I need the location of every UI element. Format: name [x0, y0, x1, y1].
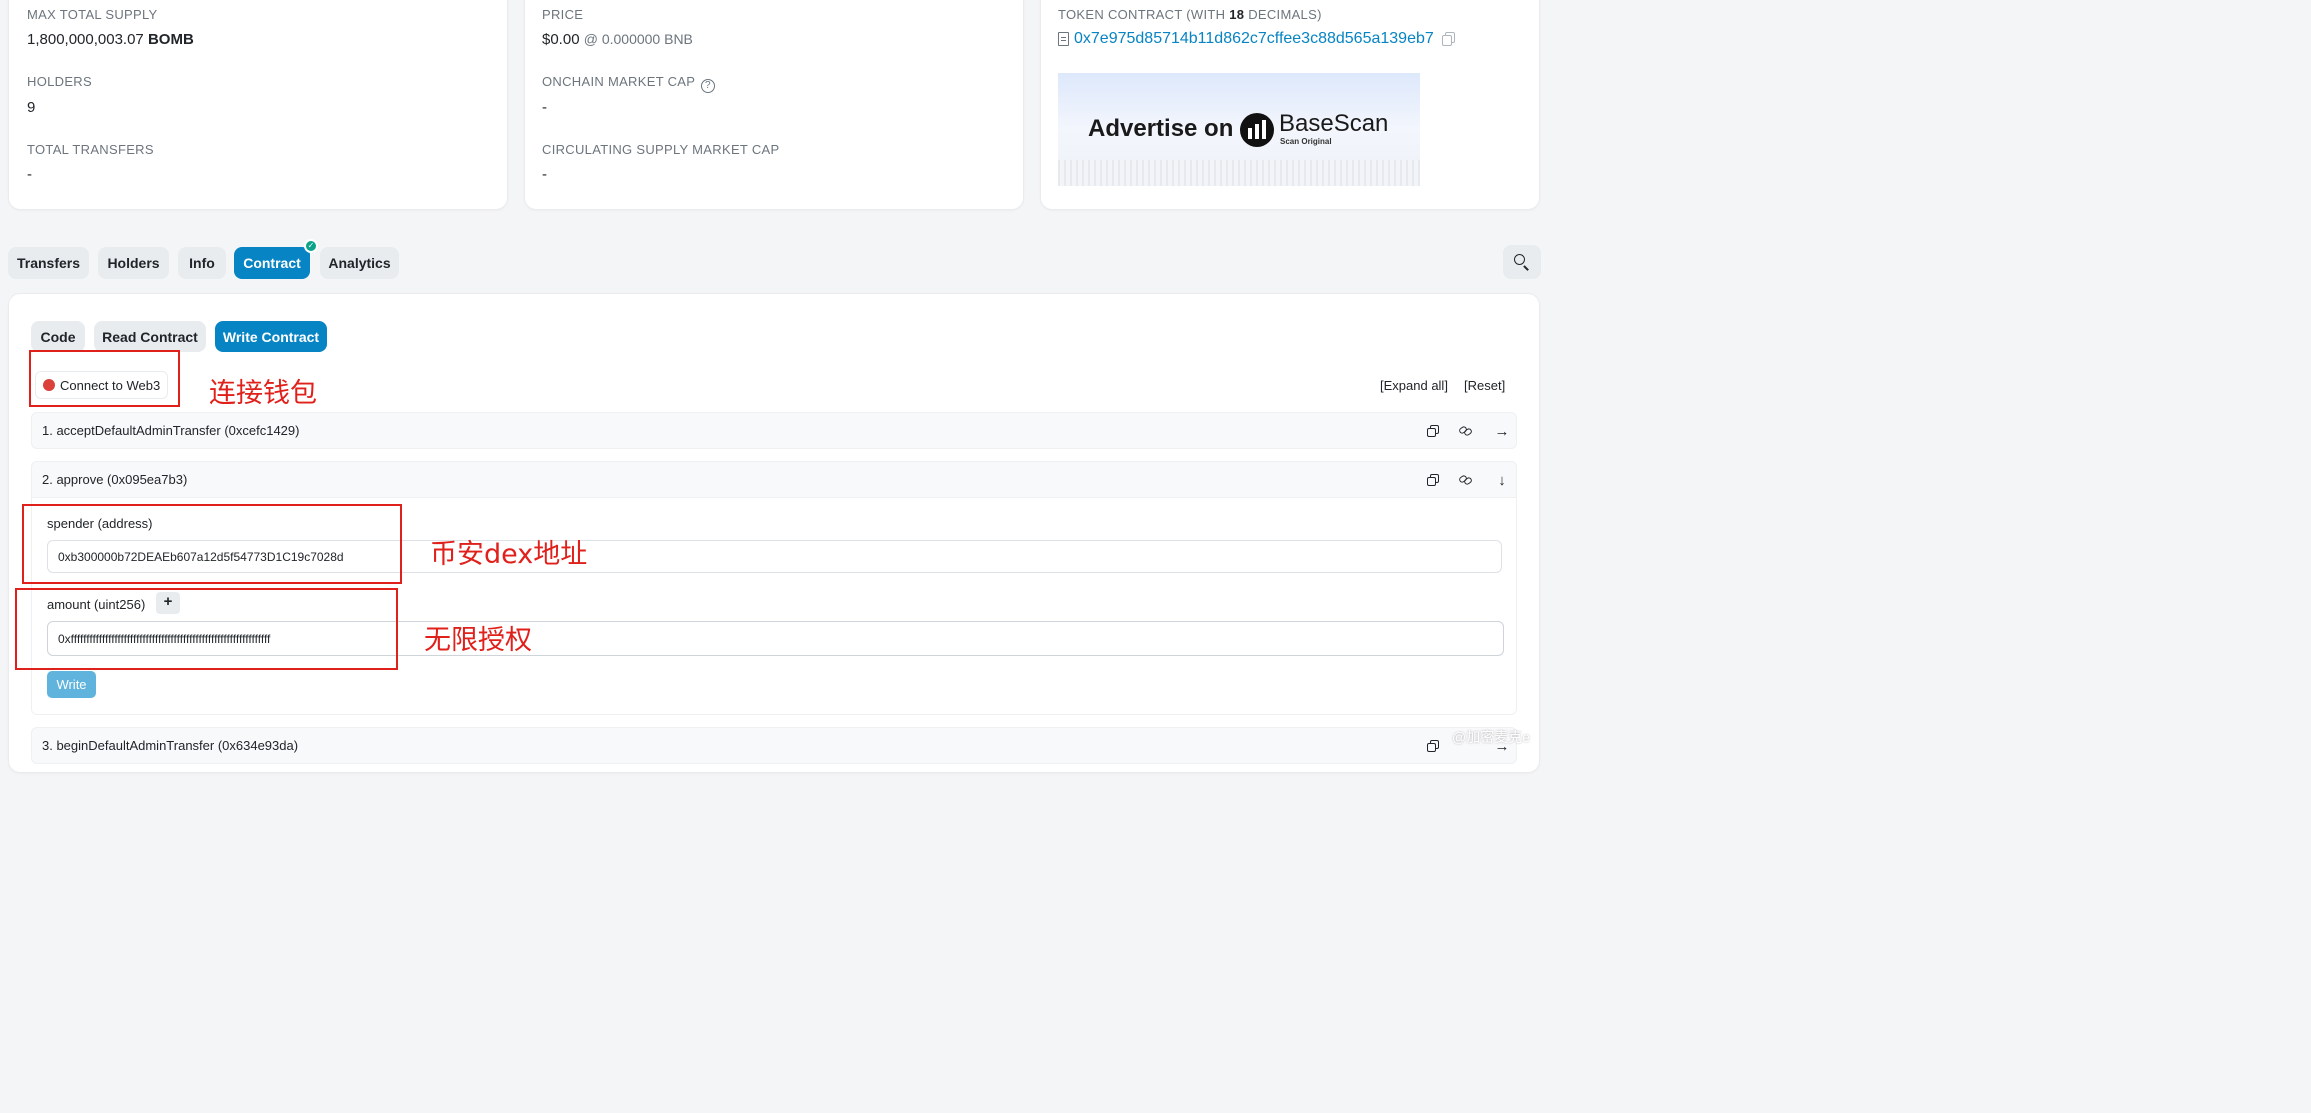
price-usd: $0.00 [542, 31, 580, 48]
onchain-cap-value: - [542, 99, 547, 116]
watermark: @加密麦克e [1452, 729, 1530, 745]
annotation-unlimited-approval: 无限授权 [424, 625, 532, 656]
subtab-write-contract[interactable]: Write Contract [215, 321, 327, 352]
price-label: PRICE [542, 7, 584, 22]
search-button[interactable] [1503, 245, 1541, 279]
function-row-accept-default-admin-transfer[interactable]: 1. acceptDefaultAdminTransfer (0xcefc142… [31, 412, 1517, 449]
max-supply-label: MAX TOTAL SUPPLY [27, 7, 158, 22]
copy-icon[interactable] [1424, 737, 1442, 755]
contract-card: TOKEN CONTRACT (WITH 18 DECIMALS) 0x7e97… [1040, 0, 1540, 210]
function-title: 1. acceptDefaultAdminTransfer (0xcefc142… [42, 423, 300, 438]
transfers-label: TOTAL TRANSFERS [27, 142, 154, 157]
holders-value[interactable]: 9 [27, 99, 35, 116]
annotation-box-spender [22, 504, 402, 584]
expand-all-link[interactable]: [Expand all] [1380, 378, 1448, 393]
holders-label: HOLDERS [27, 74, 92, 89]
tab-info[interactable]: Info [178, 247, 226, 279]
arrow-right-icon[interactable]: → [1493, 422, 1511, 440]
subtab-read-contract[interactable]: Read Contract [94, 321, 206, 352]
basescan-logo-icon [1240, 113, 1274, 147]
verified-check-icon: ✓ [304, 239, 318, 253]
function-row-begin-default-admin-transfer[interactable]: 3. beginDefaultAdminTransfer (0x634e93da… [31, 727, 1517, 764]
tab-contract[interactable]: Contract [234, 247, 310, 279]
contract-address-row: 0x7e975d85714b11d862c7cffee3c88d565a139e… [1058, 30, 1456, 48]
circ-cap-value: - [542, 166, 547, 183]
market-card: PRICE $0.00 @ 0.000000 BNB ONCHAIN MARKE… [524, 0, 1024, 210]
advertise-text: Advertise on [1088, 115, 1234, 142]
max-supply-symbol: BOMB [147, 31, 194, 48]
reset-link[interactable]: [Reset] [1464, 378, 1505, 393]
token-contract-prefix: TOKEN CONTRACT (WITH [1058, 7, 1226, 22]
price-value: $0.00 @ 0.000000 BNB [542, 31, 693, 48]
search-icon [1514, 254, 1530, 271]
price-bnb: @ 0.000000 BNB [583, 31, 693, 47]
annotation-dex-address: 币安dex地址 [430, 539, 588, 570]
arrow-down-icon[interactable]: ↓ [1493, 471, 1511, 489]
max-supply-amount: 1,800,000,003.07 [27, 31, 144, 48]
copy-icon[interactable] [1441, 32, 1456, 46]
advertise-banner[interactable]: Advertise on BaseScan Scan Original [1058, 73, 1420, 186]
function-row-approve[interactable]: 2. approve (0x095ea7b3) ↓ [31, 461, 1517, 498]
link-icon[interactable] [1457, 422, 1475, 440]
onchain-cap-text: ONCHAIN MARKET CAP [542, 74, 696, 89]
token-contract-suffix: DECIMALS) [1248, 7, 1322, 22]
subtab-code[interactable]: Code [31, 321, 85, 352]
function-title: 2. approve (0x095ea7b3) [42, 472, 188, 487]
transfers-value: - [27, 166, 32, 183]
max-supply-value: 1,800,000,003.07 BOMB [27, 31, 194, 48]
basescan-brand: BaseScan [1279, 110, 1389, 137]
contract-address-link[interactable]: 0x7e975d85714b11d862c7cffee3c88d565a139e… [1074, 30, 1434, 48]
circ-cap-label: CIRCULATING SUPPLY MARKET CAP [542, 142, 780, 157]
token-contract-label: TOKEN CONTRACT (WITH 18 DECIMALS) [1058, 7, 1322, 22]
function-title: 3. beginDefaultAdminTransfer (0x634e93da… [42, 738, 299, 753]
overview-card: MAX TOTAL SUPPLY 1,800,000,003.07 BOMB H… [8, 0, 508, 210]
write-button[interactable]: Write [47, 671, 96, 698]
onchain-cap-label: ONCHAIN MARKET CAP ? [542, 74, 715, 93]
basescan-tagline: Scan Original [1280, 137, 1332, 146]
tab-analytics[interactable]: Analytics [320, 247, 399, 279]
help-icon[interactable]: ? [700, 79, 715, 93]
annotation-box-connect [29, 350, 180, 407]
tab-holders[interactable]: Holders [98, 247, 169, 279]
link-icon[interactable] [1457, 471, 1475, 489]
document-icon [1058, 32, 1069, 46]
annotation-box-amount [15, 588, 398, 670]
tab-transfers[interactable]: Transfers [8, 247, 89, 279]
copy-icon[interactable] [1424, 422, 1442, 440]
token-decimals: 18 [1229, 7, 1245, 22]
copy-icon[interactable] [1424, 471, 1442, 489]
annotation-connect-wallet: 连接钱包 [209, 378, 317, 409]
